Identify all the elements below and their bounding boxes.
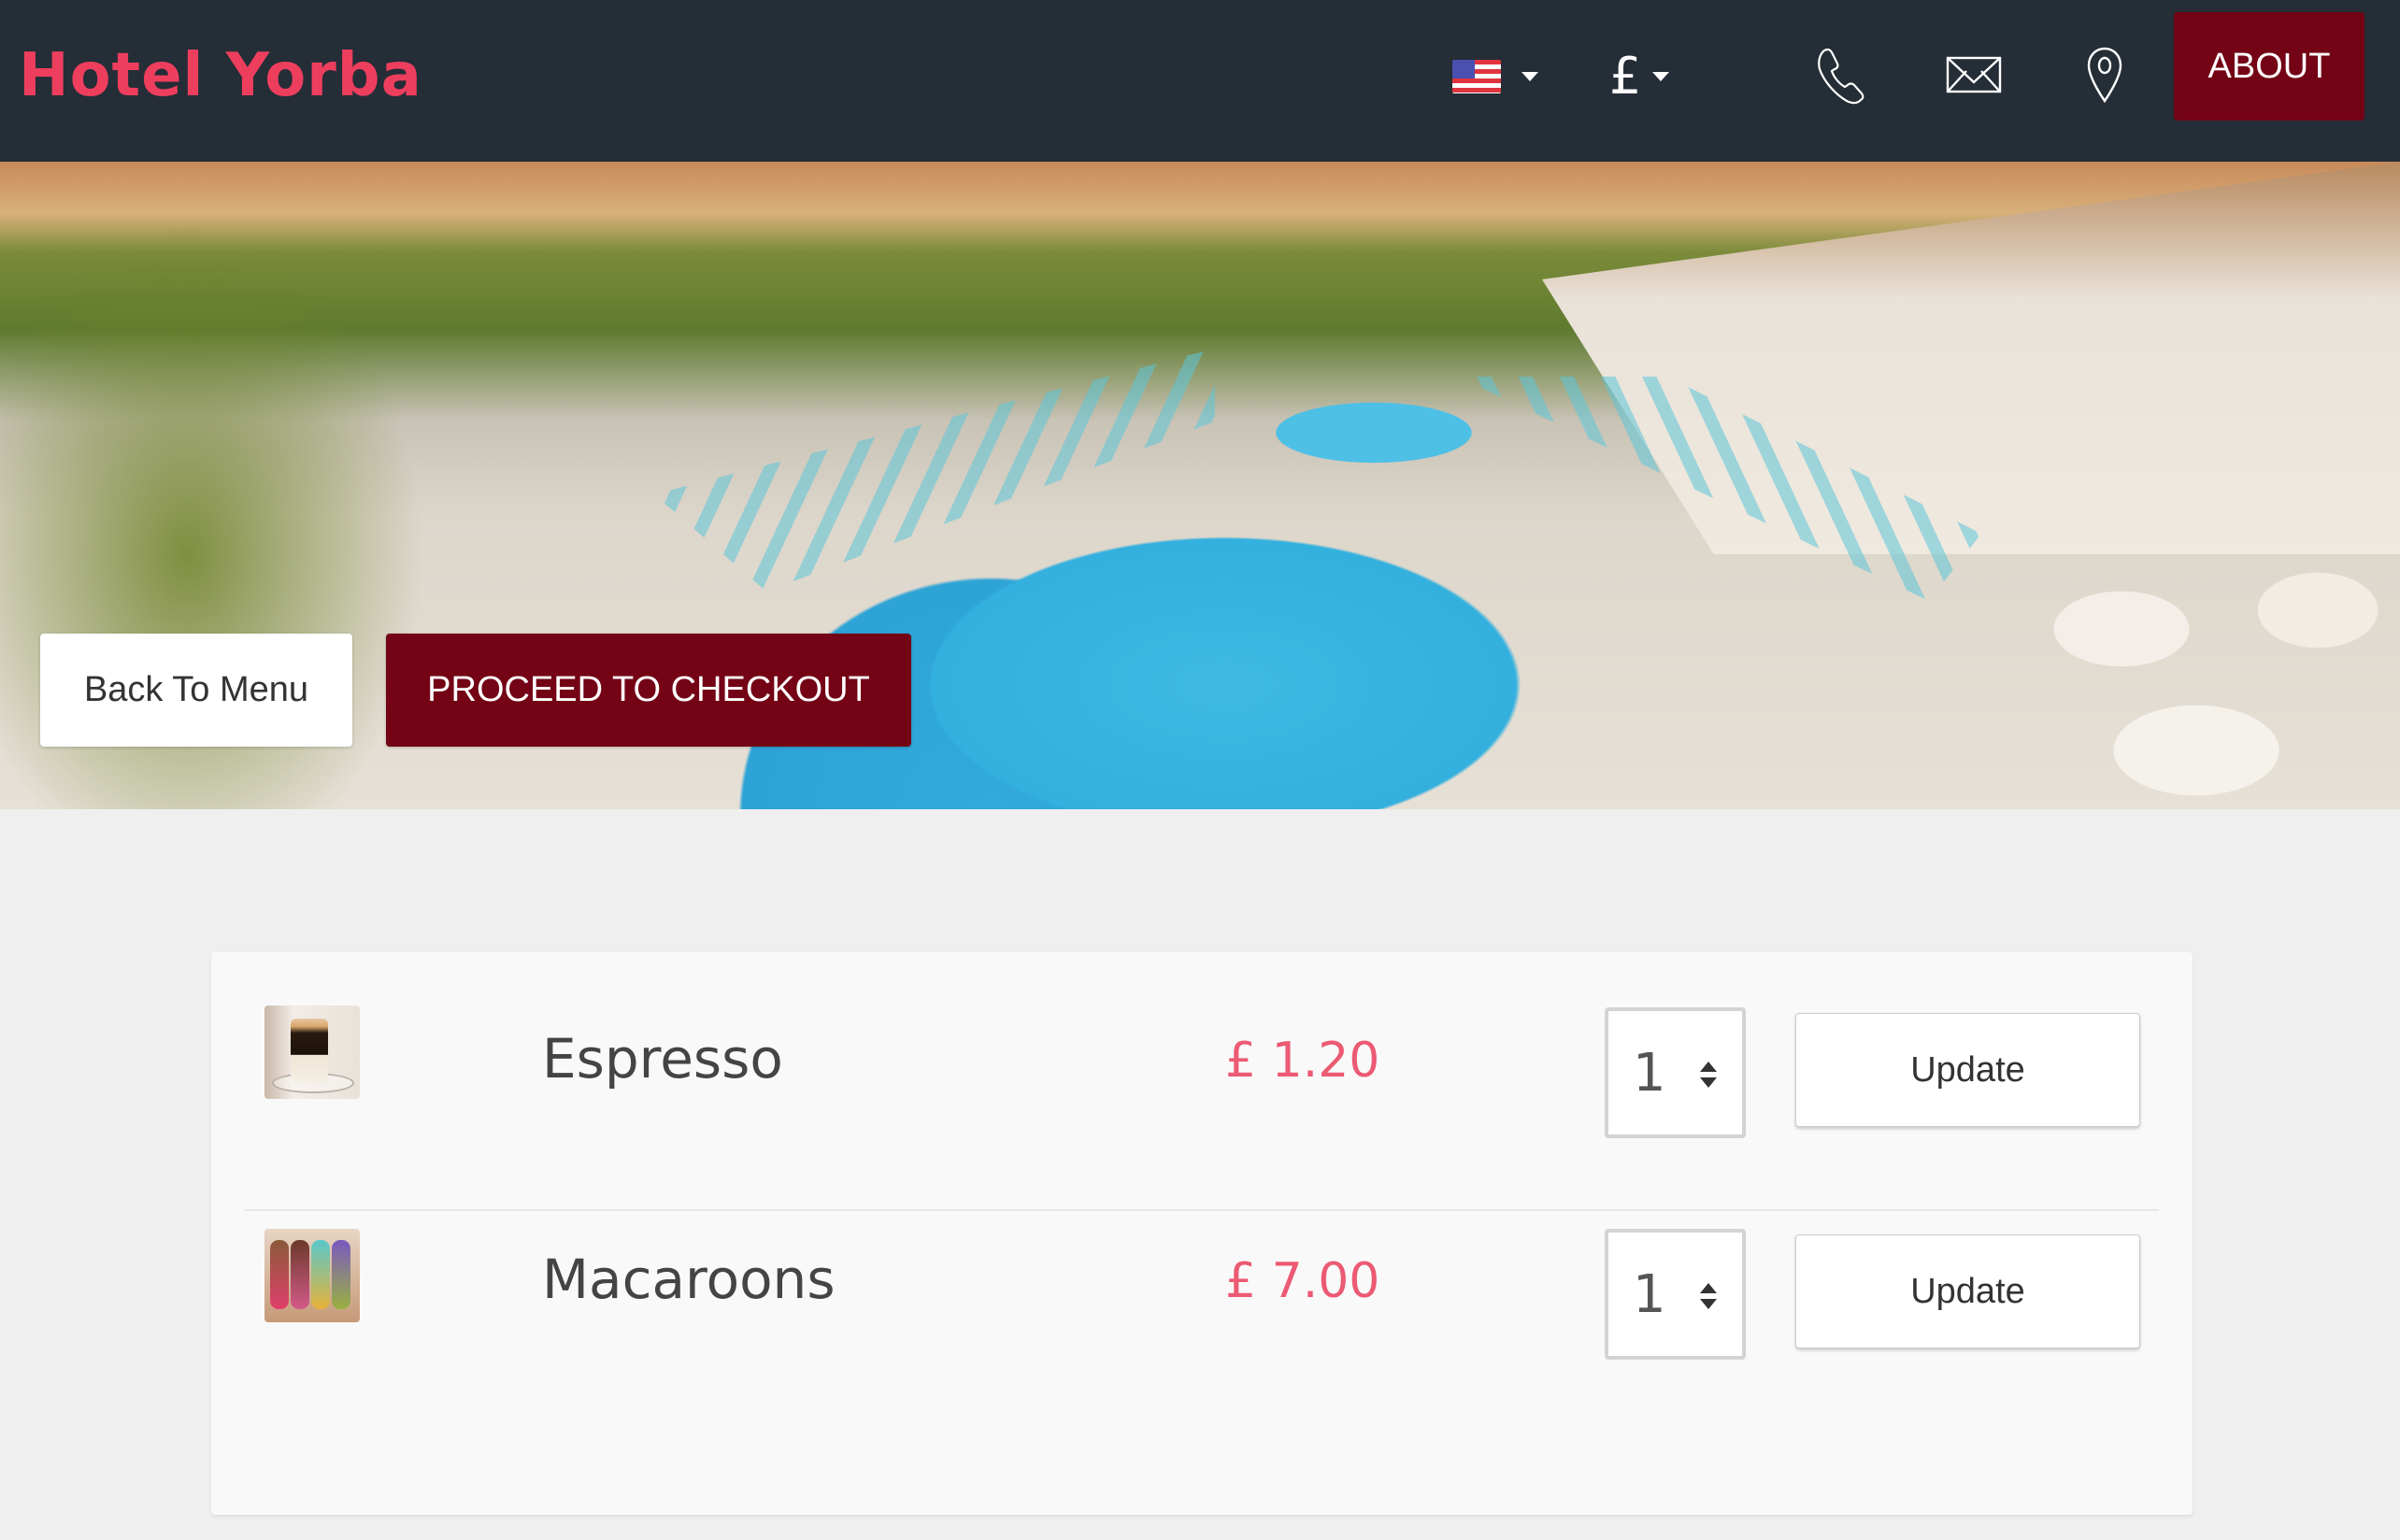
spinner-arrows-icon[interactable] bbox=[1699, 1060, 1718, 1090]
cart-item-row: Macaroons £ 7.00 1 Update bbox=[211, 1201, 2193, 1423]
us-flag-icon bbox=[1452, 60, 1501, 93]
cart-item-row: Espresso £ 1.20 1 Update bbox=[211, 980, 2193, 1203]
caret-down-icon bbox=[1521, 72, 1538, 81]
caret-down-icon bbox=[1652, 71, 1670, 81]
update-button[interactable]: Update bbox=[1795, 1234, 2140, 1348]
espresso-thumbnail bbox=[264, 1005, 360, 1099]
item-name: Macaroons bbox=[542, 1248, 836, 1311]
quantity-input[interactable]: 1 bbox=[1605, 1229, 1746, 1360]
currency-selector[interactable]: £ bbox=[1609, 47, 1670, 106]
item-name: Espresso bbox=[542, 1027, 783, 1091]
language-selector[interactable] bbox=[1452, 60, 1538, 93]
quantity-input[interactable]: 1 bbox=[1605, 1007, 1746, 1138]
currency-symbol: £ bbox=[1609, 47, 1642, 106]
brand-logo[interactable]: Hotel Yorba bbox=[19, 41, 422, 110]
quantity-value: 1 bbox=[1633, 1042, 1666, 1104]
back-to-menu-button[interactable]: Back To Menu bbox=[40, 634, 352, 747]
quantity-value: 1 bbox=[1633, 1263, 1666, 1325]
sun-loungers bbox=[654, 349, 1215, 592]
item-price: £ 1.20 bbox=[1225, 1033, 1380, 1089]
spinner-arrows-icon[interactable] bbox=[1699, 1281, 1718, 1311]
mail-icon[interactable] bbox=[1944, 45, 2004, 105]
macaroons-thumbnail bbox=[264, 1229, 360, 1322]
parasols bbox=[2009, 554, 2400, 809]
location-pin-icon[interactable] bbox=[2075, 45, 2135, 105]
item-price: £ 7.00 bbox=[1225, 1253, 1380, 1309]
hero-banner-image bbox=[0, 162, 2400, 809]
cart-panel: Espresso £ 1.20 1 Update Macaroons £ 7.0… bbox=[211, 952, 2193, 1515]
top-navbar: Hotel Yorba £ ABOUT bbox=[0, 0, 2400, 162]
phone-icon[interactable] bbox=[1811, 45, 1871, 105]
hotel-building bbox=[1542, 162, 2400, 554]
about-button[interactable]: ABOUT bbox=[2174, 12, 2364, 121]
update-button[interactable]: Update bbox=[1795, 1013, 2140, 1127]
proceed-to-checkout-button[interactable]: PROCEED TO CHECKOUT bbox=[386, 634, 911, 747]
